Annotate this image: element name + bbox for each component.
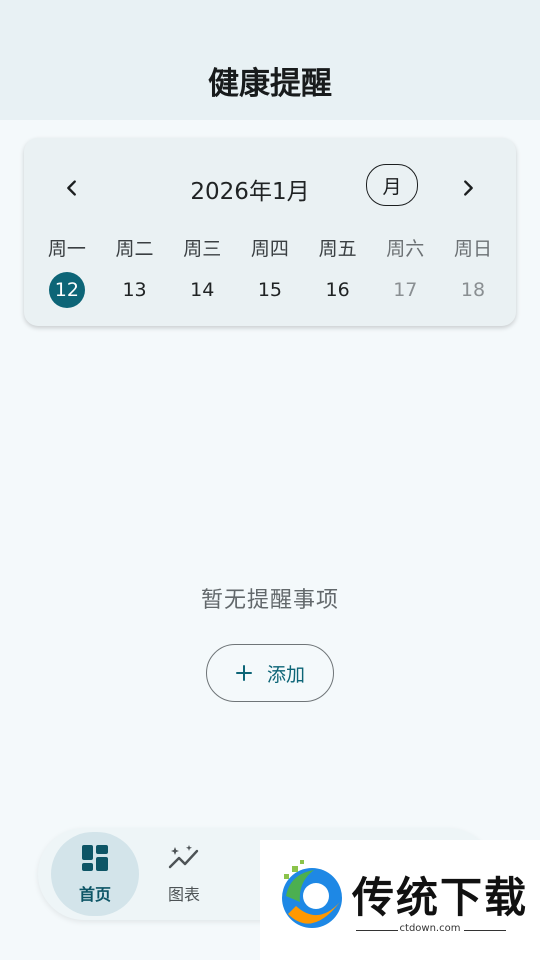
dashboard-icon <box>82 845 108 871</box>
date-number: 17 <box>393 279 418 301</box>
next-week-button[interactable] <box>448 168 488 208</box>
weekday-label: 周一 <box>47 238 86 260</box>
chevron-right-icon <box>464 180 473 196</box>
weekday-label: 周二 <box>115 238 154 260</box>
brand-logo-icon <box>282 860 342 928</box>
watermark-url: ctdown.com <box>399 923 461 934</box>
weekday-label: 周日 <box>453 238 492 260</box>
week-days-row: 周一 12 周二 13 周三 14 周四 15 周五 16 周六 17 周日 1… <box>33 236 507 308</box>
watermark-overlay: 传统下载 ctdown.com <box>260 840 540 960</box>
day-cell-2[interactable]: 周三 14 <box>168 236 236 308</box>
watermark-divider-left <box>356 930 398 931</box>
plus-icon <box>235 665 252 681</box>
date-number: 14 <box>190 279 215 301</box>
date-number: 13 <box>122 279 147 301</box>
page-title: 健康提醒 <box>208 66 332 102</box>
weekday-label: 周五 <box>318 238 357 260</box>
weekday-label: 周四 <box>250 238 289 260</box>
watermark-brand-text: 传统下载 <box>352 873 529 922</box>
empty-state-text: 暂无提醒事项 <box>200 588 339 613</box>
day-cell-3[interactable]: 周四 15 <box>236 236 304 308</box>
previous-week-button[interactable] <box>52 168 92 208</box>
weekday-label: 周三 <box>183 238 222 260</box>
day-cell-1[interactable]: 周二 13 <box>101 236 169 308</box>
date-number: 18 <box>460 279 486 301</box>
day-cell-6[interactable]: 周日 18 <box>439 236 507 308</box>
day-cell-5[interactable]: 周六 17 <box>371 236 439 308</box>
nav-label-home: 首页 <box>78 885 111 904</box>
date-number: 16 <box>325 279 350 301</box>
top-app-bar: 健康提醒 <box>0 0 540 120</box>
weekday-label: 周六 <box>386 238 425 260</box>
nav-item-chart[interactable]: 图表 <box>140 832 228 916</box>
day-cell-4[interactable]: 周五 16 <box>304 236 372 308</box>
chevron-left-icon <box>67 180 76 196</box>
date-number: 15 <box>257 279 282 301</box>
watermark-divider-right <box>464 930 506 931</box>
date-number: 12 <box>48 272 85 308</box>
week-calendar-card: 2026年1月 月 周一 12 周二 13 周三 14 周四 15 周五 16 … <box>24 138 516 326</box>
add-button-label: 添加 <box>266 663 305 686</box>
day-cell-0[interactable]: 周一 12 <box>33 236 101 308</box>
month-label: 2026年1月 <box>190 179 310 205</box>
nav-item-home[interactable]: 首页 <box>51 832 139 916</box>
nav-label-chart: 图表 <box>167 885 200 904</box>
chart-icon <box>168 845 199 869</box>
app-screen: 健康提醒 2026年1月 月 周一 12 周二 13 周三 14 周四 15 周… <box>0 0 540 960</box>
view-mode-toggle[interactable]: 月 <box>366 164 418 206</box>
add-reminder-button[interactable]: 添加 <box>206 644 334 702</box>
